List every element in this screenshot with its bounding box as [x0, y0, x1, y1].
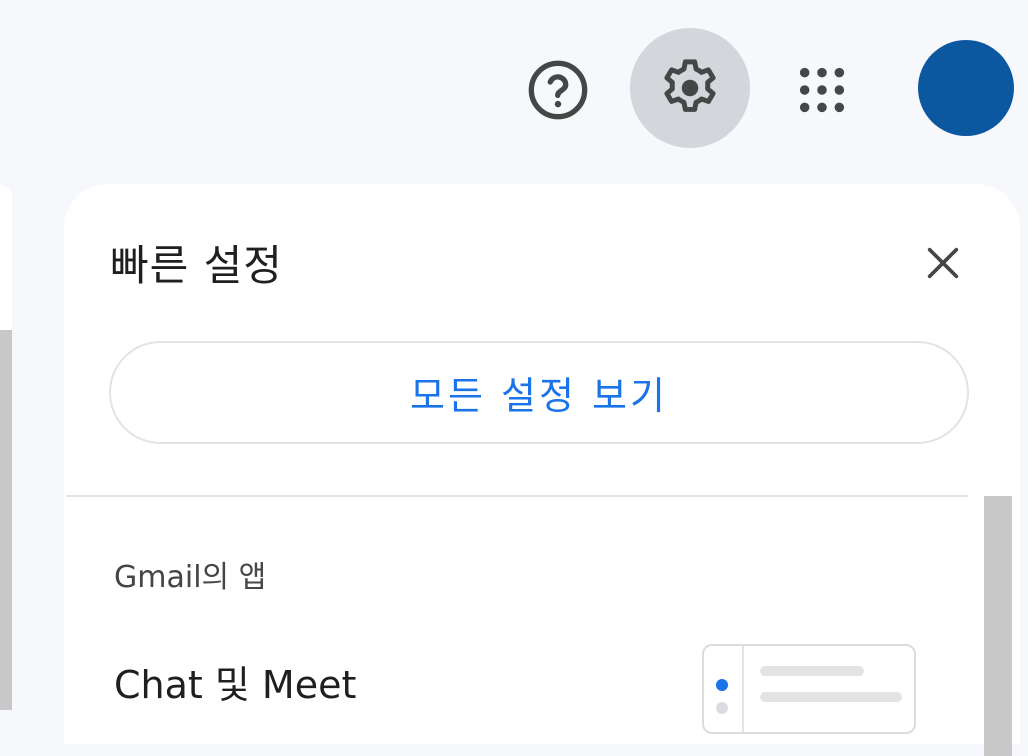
account-avatar[interactable]	[918, 40, 1014, 136]
chat-meet-label: Chat 및 Meet	[114, 663, 357, 707]
close-button[interactable]	[916, 236, 970, 290]
settings-button[interactable]	[630, 28, 750, 148]
top-bar	[0, 0, 1028, 180]
close-icon	[927, 247, 959, 279]
quick-settings-panel: 빠른 설정 모든 설정 보기 Gmail의 앱 Chat 및 Meet	[64, 184, 1020, 756]
gear-icon	[664, 59, 716, 112]
thumbnail-active-dot	[716, 679, 728, 691]
panel-title: 빠른 설정	[110, 241, 283, 290]
section-heading: Gmail의 앱	[114, 560, 267, 595]
thumbnail-line	[760, 666, 864, 676]
chat-meet-layout-thumbnail[interactable]	[702, 644, 916, 734]
apps-grid-icon	[799, 67, 845, 113]
divider	[66, 495, 968, 497]
apps-button[interactable]	[762, 42, 882, 138]
help-circle-icon	[528, 60, 588, 120]
thumbnail-inactive-dot	[716, 702, 728, 714]
main-content-scroll-area	[0, 330, 12, 710]
thumbnail-line	[760, 692, 902, 702]
see-all-settings-button[interactable]: 모든 설정 보기	[109, 341, 969, 444]
help-button[interactable]	[510, 42, 606, 138]
panel-scrollbar[interactable]	[984, 496, 1012, 756]
